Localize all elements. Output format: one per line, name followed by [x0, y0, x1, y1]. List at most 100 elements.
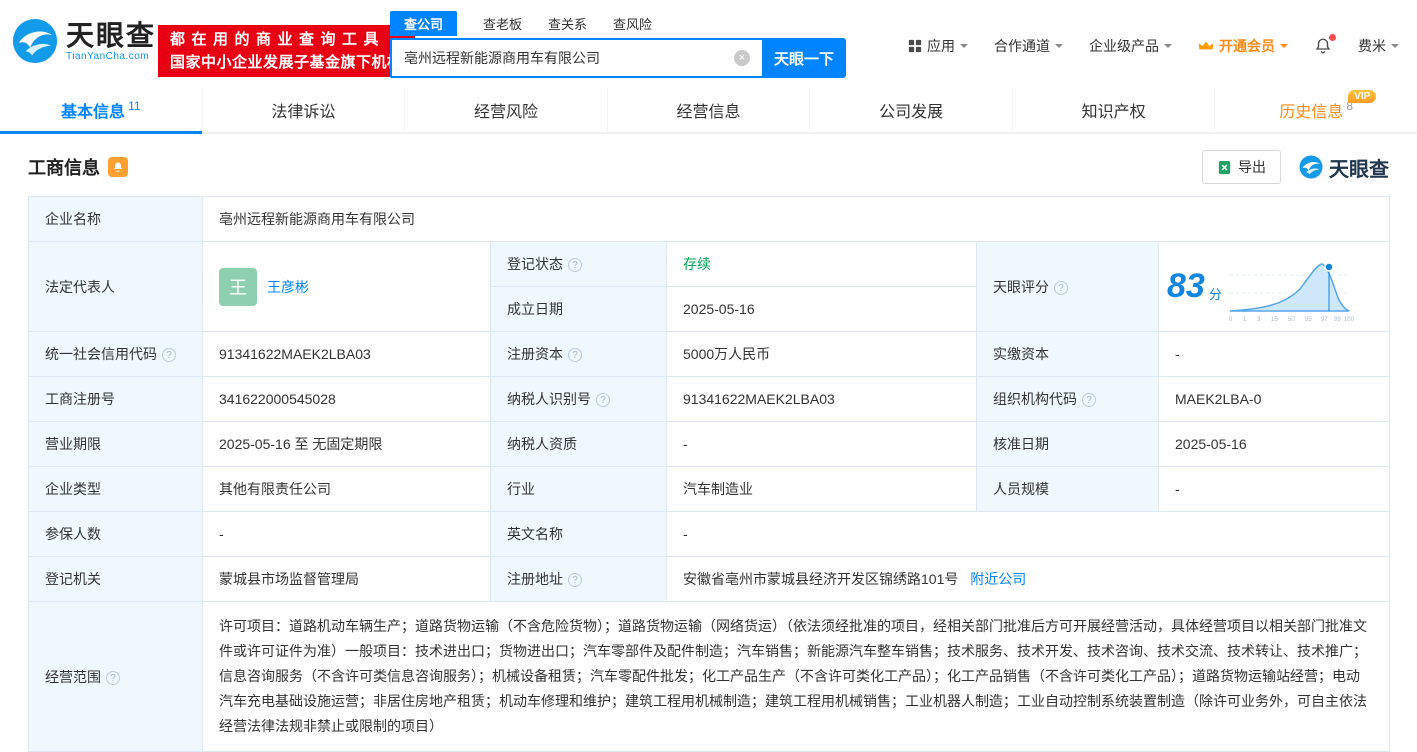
company-name-label: 企业名称	[29, 197, 203, 242]
tab-label: 历史信息	[1279, 98, 1343, 122]
score-value-cell: 83 分 0 1 3 15 50 85	[1159, 242, 1390, 332]
section-title: 工商信息	[28, 154, 100, 180]
brand-watermark: 天眼查	[1299, 153, 1389, 182]
section-tabbar: 基本信息 11 法律诉讼 经营风险 经营信息 公司发展 知识产权 历史信息 8 …	[0, 88, 1417, 134]
search-tab-company[interactable]: 查公司	[390, 11, 457, 36]
svg-text:97: 97	[1321, 317, 1328, 323]
business-info-table: 企业名称 亳州远程新能源商用车有限公司 法定代表人 王 王彦彬 登记状态 存续 …	[28, 196, 1390, 752]
nearby-companies-link[interactable]: 附近公司	[970, 571, 1026, 587]
svg-text:1: 1	[1243, 317, 1247, 323]
tab-label: 知识产权	[1082, 98, 1146, 122]
credit-code-value: 91341622MAEK2LBA03	[203, 332, 491, 377]
staff-size-value: -	[1159, 467, 1390, 512]
approval-date-value: 2025-05-16	[1159, 422, 1390, 467]
nav-vip-label: 开通会员	[1219, 36, 1275, 56]
reg-authority-value: 蒙城县市场监督管理局	[203, 557, 491, 602]
svg-text:85: 85	[1305, 317, 1312, 323]
svg-text:0: 0	[1229, 317, 1233, 323]
notification-bell[interactable]	[1314, 37, 1332, 55]
search-input[interactable]	[390, 38, 762, 78]
nav-enterprise-label: 企业级产品	[1089, 36, 1159, 56]
search-tab-risk[interactable]: 查风险	[613, 14, 652, 33]
reg-capital-value: 5000万人民币	[667, 332, 977, 377]
score-marker-dot	[1325, 263, 1333, 271]
search-tab-relation[interactable]: 查关系	[548, 14, 587, 33]
tab-operating-info[interactable]: 经营信息	[607, 88, 810, 132]
logo-text: 天眼查 TianYanCha.com	[66, 21, 156, 62]
table-row: 法定代表人 王 王彦彬 登记状态 存续 天眼评分 83 分	[29, 242, 1390, 287]
page-header: 天眼查 TianYanCha.com 都在用的商业查询工具 国家中小企业发展子基…	[0, 0, 1417, 88]
tab-intellectual-property[interactable]: 知识产权	[1012, 88, 1215, 132]
notification-dot	[1329, 34, 1336, 41]
score-number: 83	[1167, 267, 1205, 306]
score-unit: 分	[1209, 284, 1222, 303]
tab-label: 基本信息	[61, 98, 125, 122]
nav-partner[interactable]: 合作通道	[994, 36, 1063, 56]
nav-user[interactable]: 费米	[1358, 36, 1399, 56]
tab-label: 经营信息	[677, 98, 741, 122]
bell-icon	[112, 161, 124, 173]
search-button[interactable]: 天眼一下	[762, 38, 846, 78]
reg-status-label: 登记状态	[491, 242, 667, 287]
nav-apps-label: 应用	[927, 36, 955, 56]
tianyancha-logo[interactable]: 天眼查 TianYanCha.com	[12, 18, 156, 64]
nav-enterprise[interactable]: 企业级产品	[1089, 36, 1172, 56]
svg-text:100: 100	[1344, 317, 1354, 323]
tab-legal-proceedings[interactable]: 法律诉讼	[202, 88, 405, 132]
help-icon[interactable]	[162, 348, 176, 362]
svg-text:50: 50	[1288, 317, 1295, 323]
avatar[interactable]: 王	[219, 268, 257, 306]
tab-label: 公司发展	[879, 98, 943, 122]
export-button[interactable]: 导出	[1202, 150, 1281, 184]
banner-line1: 都在用的商业查询工具	[170, 28, 403, 51]
help-icon[interactable]	[568, 348, 582, 362]
tab-basic-info[interactable]: 基本信息 11	[0, 88, 202, 132]
export-label: 导出	[1238, 157, 1266, 177]
staff-size-label: 人员规模	[977, 467, 1159, 512]
paid-capital-label: 实缴资本	[977, 332, 1159, 377]
tianyancha-logo-icon	[12, 18, 58, 64]
help-icon[interactable]	[1082, 393, 1096, 407]
tab-label: 经营风险	[474, 98, 538, 122]
tab-label: 法律诉讼	[271, 98, 335, 122]
logo-domain: TianYanCha.com	[66, 51, 156, 62]
nav-vip-membership[interactable]: 开通会员	[1198, 36, 1288, 56]
insured-label: 参保人数	[29, 512, 203, 557]
business-scope-value: 许可项目：道路机动车辆生产；道路货物运输（不含危险货物）；道路货物运输（网络货运…	[203, 602, 1390, 752]
table-row: 登记机关 蒙城县市场监督管理局 注册地址 安徽省亳州市蒙城县经济开发区锦绣路10…	[29, 557, 1390, 602]
search-input-wrap	[390, 38, 762, 78]
business-term-value: 2025-05-16 至 无固定期限	[203, 422, 491, 467]
business-scope-label: 经营范围	[29, 602, 203, 752]
help-icon[interactable]	[106, 671, 120, 685]
reg-capital-label: 注册资本	[491, 332, 667, 377]
search-tab-boss[interactable]: 查老板	[483, 14, 522, 33]
business-term-label: 营业期限	[29, 422, 203, 467]
company-name-value: 亳州远程新能源商用车有限公司	[203, 197, 1390, 242]
company-type-value: 其他有限责任公司	[203, 467, 491, 512]
help-icon[interactable]	[568, 573, 582, 587]
taxpayer-quality-label: 纳税人资质	[491, 422, 667, 467]
search-area: 查公司 查老板 查关系 查风险 天眼一下	[390, 10, 846, 78]
org-code-value: MAEK2LBA-0	[1159, 377, 1390, 422]
nav-apps[interactable]: 应用	[908, 36, 968, 56]
chevron-down-icon	[1055, 44, 1063, 52]
company-type-label: 企业类型	[29, 467, 203, 512]
chevron-down-icon	[1391, 44, 1399, 52]
svg-text:3: 3	[1257, 317, 1261, 323]
crown-icon	[1198, 40, 1214, 52]
tab-operating-risk[interactable]: 经营风险	[404, 88, 607, 132]
legal-rep-link[interactable]: 王彦彬	[267, 277, 309, 297]
legal-rep-value: 王 王彦彬	[203, 242, 491, 332]
help-icon[interactable]	[1054, 281, 1068, 295]
subscribe-bell-button[interactable]	[108, 157, 128, 177]
taxpayer-id-value: 91341622MAEK2LBA03	[667, 377, 977, 422]
tab-company-development[interactable]: 公司发展	[809, 88, 1012, 132]
help-icon[interactable]	[596, 393, 610, 407]
taxpayer-id-label: 纳税人识别号	[491, 377, 667, 422]
search-clear-icon[interactable]	[734, 50, 750, 66]
tab-history-info[interactable]: 历史信息 8 VIP	[1214, 88, 1417, 132]
reg-number-label: 工商注册号	[29, 377, 203, 422]
table-row: 工商注册号 341622000545028 纳税人识别号 91341622MAE…	[29, 377, 1390, 422]
help-icon[interactable]	[568, 258, 582, 272]
tab-count: 11	[128, 99, 140, 113]
